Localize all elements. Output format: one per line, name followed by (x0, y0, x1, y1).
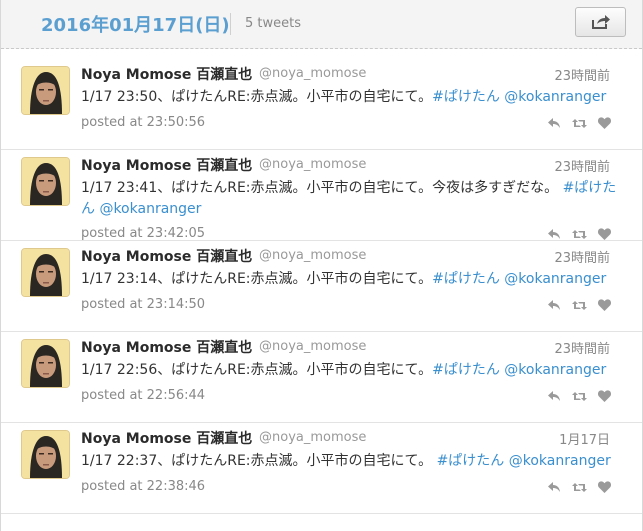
posted-time: posted at 23:14:50 (81, 297, 206, 312)
tweet-actions (546, 298, 612, 312)
tweet-text: 1/17 23:14、ぱけたんRE:赤点滅。小平市の自宅にて。#ぱけたん @ko… (81, 269, 621, 290)
tweet-text: 1/17 22:56、ぱけたんRE:赤点滅。小平市の自宅にて。#ぱけたん @ko… (81, 360, 621, 381)
share-icon (591, 15, 610, 29)
mention-link[interactable]: @kokanranger (504, 271, 606, 287)
avatar[interactable] (21, 157, 70, 206)
tweet-body: 1/17 23:14、ぱけたんRE:赤点滅。小平市の自宅にて。 (81, 271, 433, 287)
tweet-actions (546, 389, 612, 403)
posted-time: posted at 23:50:56 (81, 115, 206, 130)
author-handle[interactable]: @noya_momose (259, 248, 366, 263)
hashtag-link[interactable]: #ぱけたん (437, 453, 505, 469)
avatar[interactable] (21, 66, 70, 115)
retweet-icon[interactable] (571, 480, 587, 494)
reply-icon[interactable] (546, 480, 562, 494)
tweet-body: 1/17 22:56、ぱけたんRE:赤点滅。小平市の自宅にて。 (81, 362, 433, 378)
tweet-time[interactable]: 23時間前 (554, 65, 610, 84)
tweet-body: 1/17 23:50、ぱけたんRE:赤点滅。小平市の自宅にて。 (81, 89, 433, 105)
tweet-count: 5 tweets (245, 16, 301, 31)
tweet-item: Noya Momose 百瀬直也 @noya_momose 23時間前 1/17 22… (1, 331, 642, 423)
author-name[interactable]: Noya Momose 百瀬直也 (81, 64, 252, 84)
heart-icon[interactable] (596, 116, 612, 130)
share-button[interactable] (575, 7, 626, 37)
posted-time: posted at 22:56:44 (81, 388, 206, 403)
tweet-time[interactable]: 23時間前 (554, 156, 610, 175)
tweet-text: 1/17 23:50、ぱけたんRE:赤点滅。小平市の自宅にて。#ぱけたん @ko… (81, 87, 621, 108)
mention-link[interactable]: @kokanranger (509, 453, 611, 469)
mention-link[interactable]: @kokanranger (99, 201, 201, 217)
retweet-icon[interactable] (571, 389, 587, 403)
heart-icon[interactable] (596, 227, 612, 241)
avatar[interactable] (21, 248, 70, 297)
author-name[interactable]: Noya Momose 百瀬直也 (81, 428, 252, 448)
tweet-item: Noya Momose 百瀬直也 @noya_momose 23時間前 1/17 23… (1, 58, 642, 150)
mention-link[interactable]: @kokanranger (504, 89, 606, 105)
tweet-actions (546, 480, 612, 494)
heart-icon[interactable] (596, 480, 612, 494)
tweet-item: Noya Momose 百瀬直也 @noya_momose 1月17日 1/17 22… (1, 422, 642, 514)
retweet-icon[interactable] (571, 227, 587, 241)
mention-link[interactable]: @kokanranger (504, 362, 606, 378)
retweet-icon[interactable] (571, 116, 587, 130)
tweet-text: 1/17 22:37、ぱけたんRE:赤点滅。小平市の自宅にて。 #ぱけたん @k… (81, 451, 621, 472)
posted-time: posted at 22:38:46 (81, 479, 206, 494)
avatar[interactable] (21, 430, 70, 479)
retweet-icon[interactable] (571, 298, 587, 312)
tweet-time[interactable]: 23時間前 (554, 338, 610, 357)
tweet-actions (546, 116, 612, 130)
hashtag-link[interactable]: #ぱけたん (432, 271, 500, 287)
header-divider (230, 13, 231, 35)
tweet-actions (546, 227, 612, 241)
posted-time: posted at 23:42:05 (81, 226, 206, 241)
author-name[interactable]: Noya Momose 百瀬直也 (81, 337, 252, 357)
heart-icon[interactable] (596, 389, 612, 403)
tweet-body: 1/17 22:37、ぱけたんRE:赤点滅。小平市の自宅にて。 (81, 453, 433, 469)
author-handle[interactable]: @noya_momose (259, 339, 366, 354)
tweet-item: Noya Momose 百瀬直也 @noya_momose 23時間前 1/17 23… (1, 149, 642, 241)
author-name[interactable]: Noya Momose 百瀬直也 (81, 155, 252, 175)
timeline-panel: 2016年01月17日(日) 5 tweets Noya Momose 百瀬直也… (0, 0, 643, 531)
author-handle[interactable]: @noya_momose (259, 430, 366, 445)
heart-icon[interactable] (596, 298, 612, 312)
tweet-item: Noya Momose 百瀬直也 @noya_momose 23時間前 1/17 23… (1, 240, 642, 332)
author-handle[interactable]: @noya_momose (259, 66, 366, 81)
tweet-body: 1/17 23:41、ぱけたんRE:赤点滅。小平市の自宅にて。今夜は多すぎだな。 (81, 180, 559, 196)
reply-icon[interactable] (546, 116, 562, 130)
reply-icon[interactable] (546, 298, 562, 312)
date-title[interactable]: 2016年01月17日(日) (41, 11, 230, 37)
date-header: 2016年01月17日(日) 5 tweets (1, 0, 642, 49)
tweet-time[interactable]: 1月17日 (559, 429, 610, 448)
reply-icon[interactable] (546, 389, 562, 403)
reply-icon[interactable] (546, 227, 562, 241)
author-name[interactable]: Noya Momose 百瀬直也 (81, 246, 252, 266)
hashtag-link[interactable]: #ぱけたん (432, 89, 500, 105)
hashtag-link[interactable]: #ぱけたん (432, 362, 500, 378)
author-handle[interactable]: @noya_momose (259, 157, 366, 172)
tweet-time[interactable]: 23時間前 (554, 247, 610, 266)
avatar[interactable] (21, 339, 70, 388)
tweet-text: 1/17 23:41、ぱけたんRE:赤点滅。小平市の自宅にて。今夜は多すぎだな。… (81, 178, 621, 220)
